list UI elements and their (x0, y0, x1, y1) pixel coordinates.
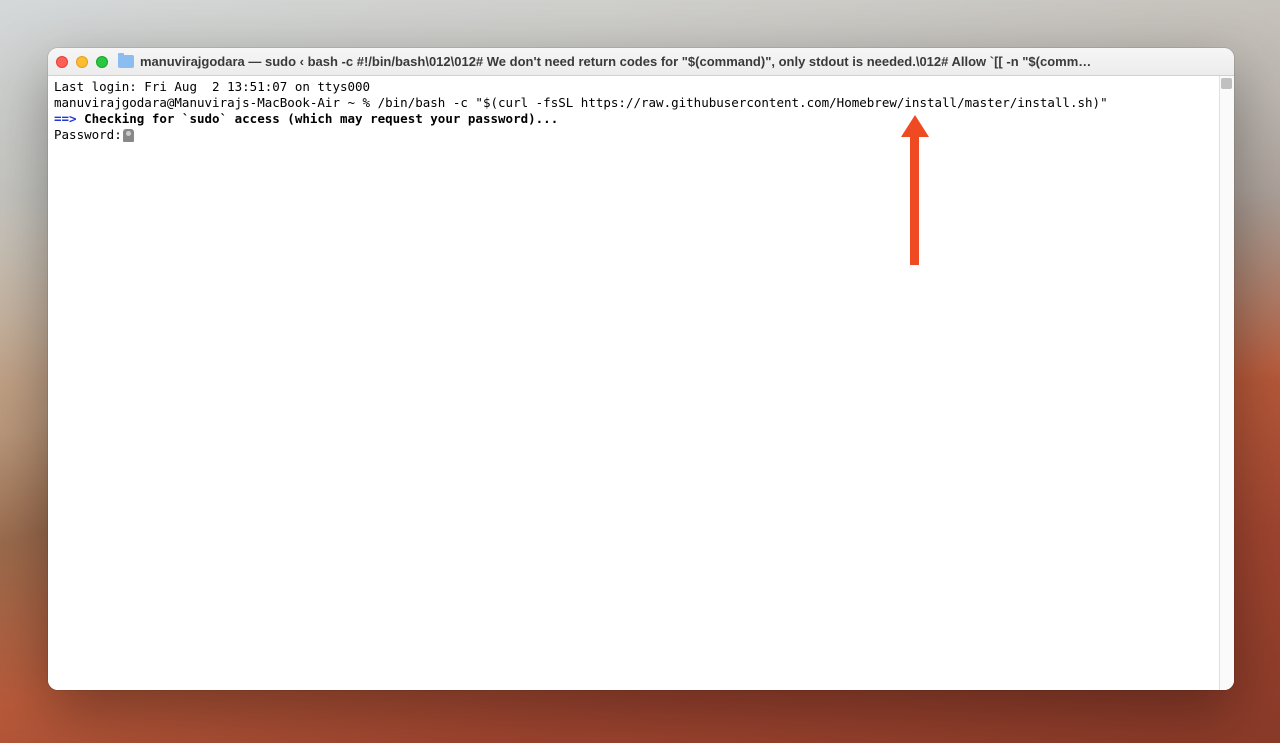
terminal-body[interactable]: Last login: Fri Aug 2 13:51:07 on ttys00… (48, 76, 1234, 690)
folder-icon (118, 55, 134, 68)
command-line: manuvirajgodara@Manuvirajs-MacBook-Air ~… (54, 95, 1228, 111)
scrollbar-thumb[interactable] (1221, 78, 1232, 89)
password-label: Password: (54, 127, 122, 142)
arrow-prefix: ==> (54, 111, 77, 126)
window-title: manuvirajgodara — sudo ‹ bash -c #!/bin/… (140, 54, 1226, 69)
minimize-button[interactable] (76, 56, 88, 68)
close-button[interactable] (56, 56, 68, 68)
key-icon (123, 129, 134, 142)
last-login-line: Last login: Fri Aug 2 13:51:07 on ttys00… (54, 79, 1228, 95)
password-prompt: Password: (54, 127, 1228, 143)
status-text: Checking for `sudo` access (which may re… (77, 111, 559, 126)
scrollbar-track[interactable] (1219, 76, 1234, 690)
title-bar[interactable]: manuvirajgodara — sudo ‹ bash -c #!/bin/… (48, 48, 1234, 76)
maximize-button[interactable] (96, 56, 108, 68)
terminal-window: manuvirajgodara — sudo ‹ bash -c #!/bin/… (48, 48, 1234, 690)
traffic-lights (56, 56, 108, 68)
status-line: ==> Checking for `sudo` access (which ma… (54, 111, 1228, 127)
